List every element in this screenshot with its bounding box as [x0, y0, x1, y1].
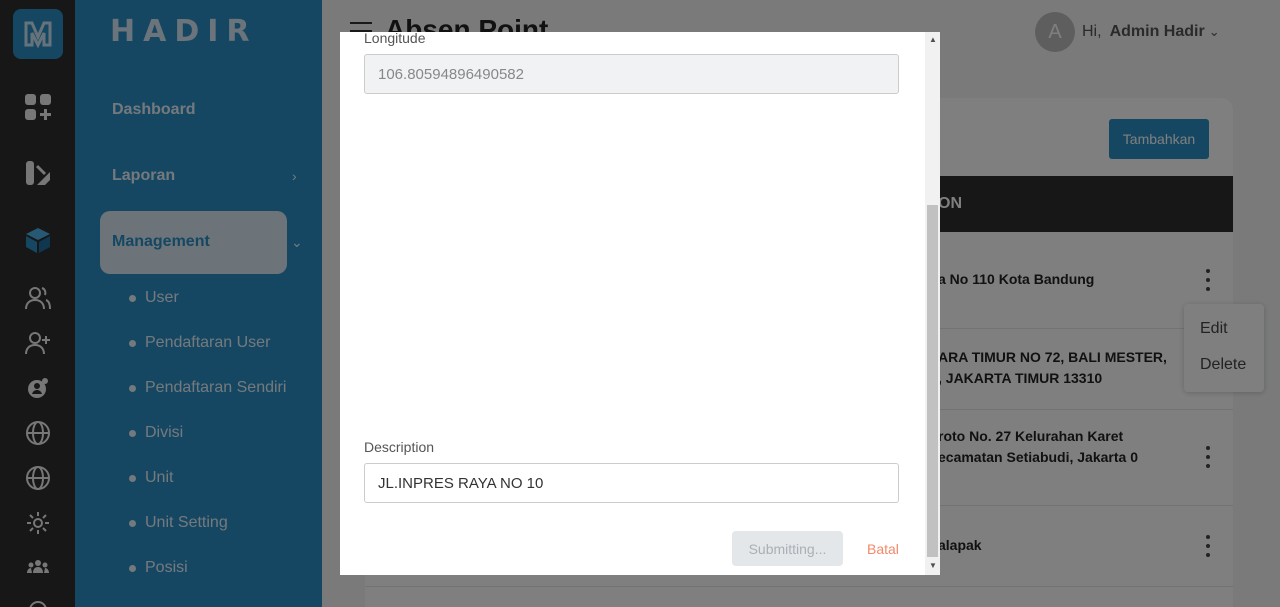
- description-field[interactable]: [364, 463, 899, 503]
- modal-scrollbar[interactable]: ▲ ▼: [925, 32, 940, 575]
- submit-button[interactable]: Submitting...: [732, 531, 843, 566]
- cancel-button[interactable]: Batal: [867, 541, 899, 557]
- longitude-field[interactable]: [364, 54, 899, 94]
- scroll-up-icon[interactable]: ▲: [929, 35, 937, 44]
- scroll-down-icon[interactable]: ▼: [929, 561, 937, 570]
- description-label: Description: [364, 439, 435, 455]
- longitude-label: Longitude: [364, 32, 426, 46]
- absen-point-modal: Longitude Description Submitting... Bata…: [340, 32, 940, 575]
- scrollbar-thumb[interactable]: [927, 205, 938, 557]
